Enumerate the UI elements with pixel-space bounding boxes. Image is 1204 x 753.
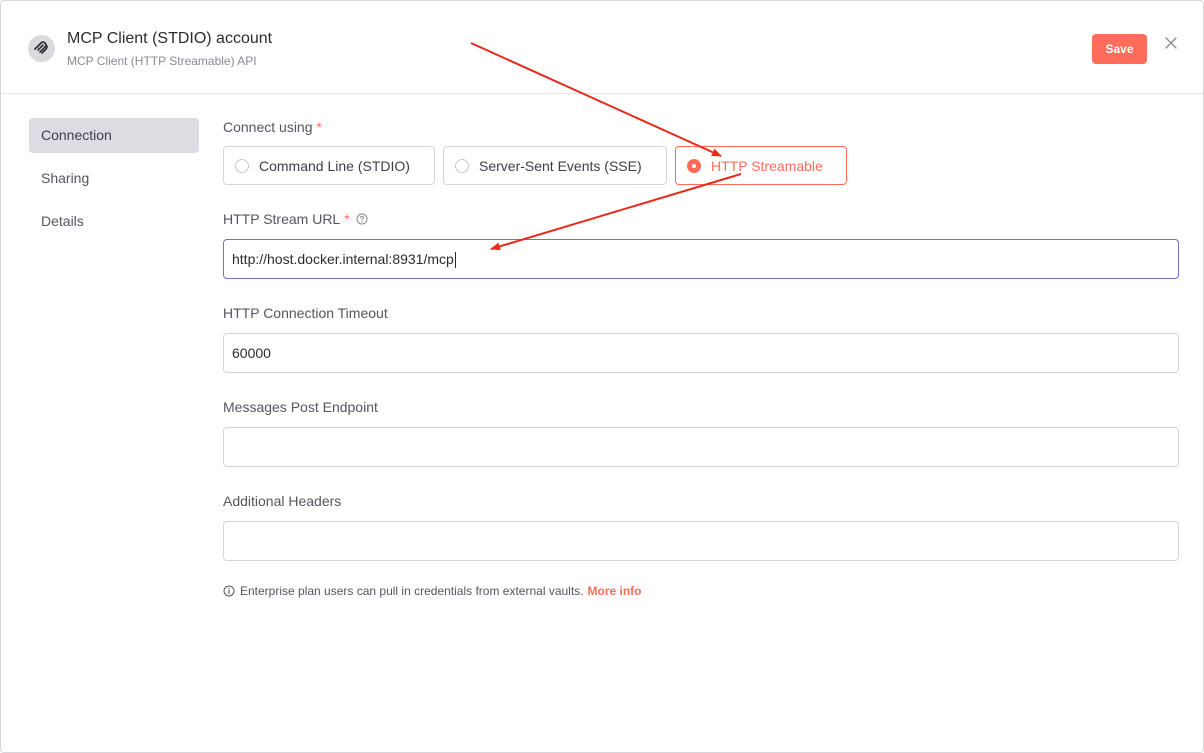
post-endpoint-input[interactable] bbox=[223, 427, 1179, 467]
radio-circle-selected-icon bbox=[687, 158, 701, 173]
stream-url-label: HTTP Stream URL * bbox=[223, 211, 368, 227]
radio-circle-icon bbox=[235, 158, 249, 173]
connect-using-text: Connect using bbox=[223, 119, 313, 135]
text-caret bbox=[454, 252, 456, 269]
post-endpoint-label: Messages Post Endpoint bbox=[223, 399, 378, 415]
sidebar-item-label: Sharing bbox=[41, 170, 90, 186]
stream-url-input[interactable]: http://host.docker.internal:8931/mcp bbox=[223, 239, 1179, 279]
radio-option-stdio[interactable]: Command Line (STDIO) bbox=[223, 146, 435, 185]
radio-option-label: Server-Sent Events (SSE) bbox=[479, 157, 642, 174]
info-icon bbox=[223, 585, 235, 597]
radio-circle-icon bbox=[455, 158, 469, 173]
timeout-value: 60000 bbox=[232, 345, 271, 361]
stream-url-value: http://host.docker.internal:8931/mcp bbox=[232, 251, 454, 267]
enterprise-note-text: Enterprise plan users can pull in creden… bbox=[240, 584, 584, 598]
timeout-label: HTTP Connection Timeout bbox=[223, 305, 388, 321]
modal-subtitle: MCP Client (HTTP Streamable) API bbox=[67, 54, 257, 68]
enterprise-note: Enterprise plan users can pull in creden… bbox=[223, 584, 642, 598]
save-button[interactable]: Save bbox=[1092, 34, 1147, 64]
connect-using-label: Connect using * bbox=[223, 119, 322, 135]
radio-option-label: HTTP Streamable bbox=[711, 157, 823, 174]
radio-option-http-streamable[interactable]: HTTP Streamable bbox=[675, 146, 847, 185]
modal-title: MCP Client (STDIO) account bbox=[67, 30, 273, 47]
mcp-logo-icon bbox=[28, 35, 55, 62]
sidebar-item-label: Connection bbox=[41, 127, 112, 143]
annotation-arrow-to-url-field bbox=[490, 173, 742, 251]
timeout-input[interactable]: 60000 bbox=[223, 333, 1179, 373]
sidebar-item-details[interactable]: Details bbox=[29, 204, 199, 239]
required-mark: * bbox=[316, 119, 322, 135]
sidebar-item-sharing[interactable]: Sharing bbox=[29, 161, 199, 196]
radio-option-sse[interactable]: Server-Sent Events (SSE) bbox=[443, 146, 667, 185]
more-info-link[interactable]: More info bbox=[588, 584, 642, 598]
radio-option-label: Command Line (STDIO) bbox=[259, 157, 410, 174]
help-icon[interactable] bbox=[356, 213, 368, 225]
modal-header: MCP Client (STDIO) account MCP Client (H… bbox=[1, 1, 1203, 94]
credential-modal: MCP Client (STDIO) account MCP Client (H… bbox=[0, 0, 1204, 753]
sidebar-item-connection[interactable]: Connection bbox=[29, 118, 199, 153]
sidebar-item-label: Details bbox=[41, 213, 84, 229]
close-icon[interactable] bbox=[1163, 35, 1179, 51]
annotation-arrows bbox=[470, 42, 742, 251]
required-mark: * bbox=[344, 211, 350, 227]
headers-label: Additional Headers bbox=[223, 493, 342, 509]
stream-url-text: HTTP Stream URL bbox=[223, 211, 341, 227]
headers-input[interactable] bbox=[223, 521, 1179, 561]
